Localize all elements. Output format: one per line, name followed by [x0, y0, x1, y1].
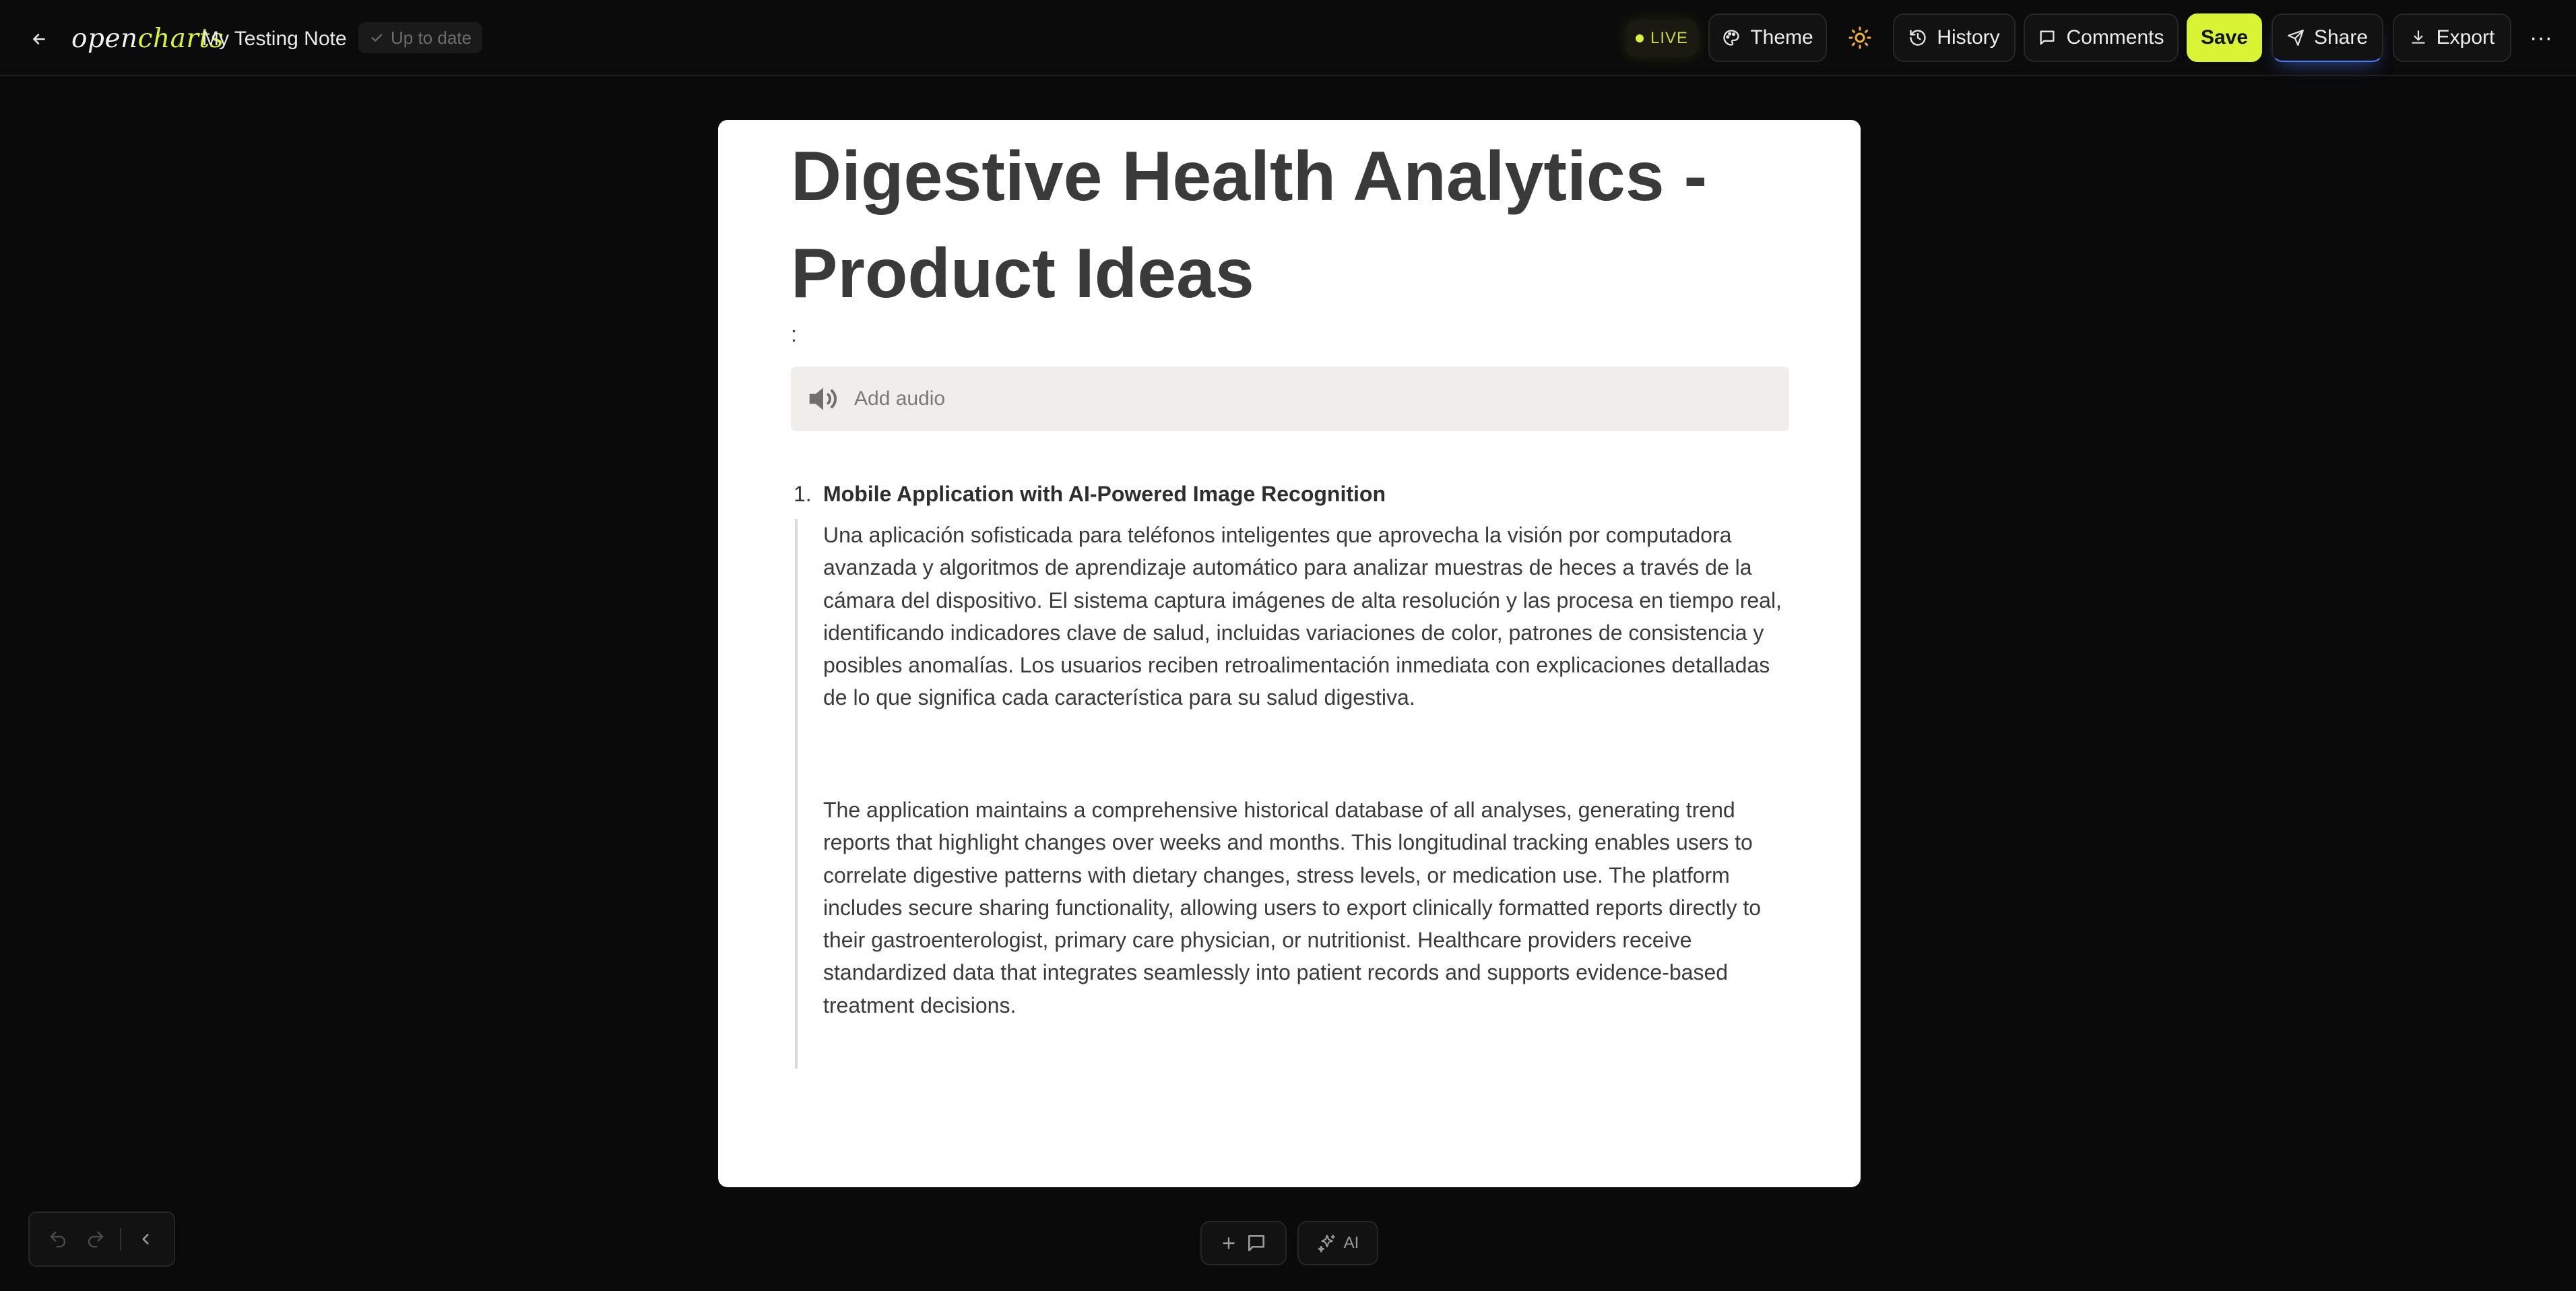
live-indicator: LIVE: [1626, 20, 1698, 57]
save-button[interactable]: Save: [2187, 13, 2262, 62]
palette-icon: [1723, 30, 1739, 46]
theme-button-label: Theme: [1750, 26, 1813, 49]
undo-icon: [50, 1231, 66, 1248]
light-mode-toggle[interactable]: [1839, 13, 1881, 62]
document-page[interactable]: Digestive Health Analytics - Product Ide…: [718, 120, 1861, 1187]
comment-icon: [2040, 30, 2055, 45]
comment-icon: [1248, 1235, 1264, 1251]
app-logo[interactable]: open charts: [71, 20, 224, 57]
collapse-panel-button[interactable]: [132, 1226, 159, 1253]
send-icon: [2288, 30, 2304, 46]
ai-button-label: AI: [1343, 1234, 1359, 1252]
document-title[interactable]: My Testing Note: [202, 24, 347, 54]
live-dot-icon: [1635, 34, 1644, 42]
chevron-left-icon: [142, 1234, 149, 1245]
history-button[interactable]: History: [1893, 13, 2016, 62]
top-bar: open charts My Testing Note Up to date LI…: [0, 0, 2576, 76]
sparkles-icon: [1318, 1234, 1335, 1253]
plus-icon: [1223, 1237, 1235, 1249]
comments-button-label: Comments: [2066, 26, 2164, 49]
list-item-title[interactable]: Mobile Application with AI-Powered Image…: [823, 482, 1386, 507]
add-audio-block[interactable]: Add audio: [791, 367, 1789, 431]
back-button[interactable]: [24, 24, 54, 54]
document-heading[interactable]: Digestive Health Analytics - Product Ide…: [791, 128, 1788, 322]
redo-button[interactable]: [82, 1226, 109, 1253]
more-icon: ···: [2530, 24, 2552, 51]
export-button[interactable]: Export: [2393, 13, 2511, 62]
live-label: LIVE: [1650, 29, 1689, 47]
app-root: open charts My Testing Note Up to date LI…: [0, 0, 2576, 1291]
add-audio-label: Add audio: [854, 387, 946, 410]
undo-redo-toolbar: [28, 1211, 175, 1267]
comments-button[interactable]: Comments: [2024, 13, 2179, 62]
speaker-icon: [809, 387, 837, 410]
save-status-text: Up to date: [391, 27, 472, 48]
empty-paragraph[interactable]: :: [791, 322, 797, 347]
undo-button[interactable]: [44, 1226, 71, 1253]
list-item-paragraph[interactable]: Una aplicación sofisticada para teléfono…: [823, 519, 1793, 714]
blockquote-bar: [795, 519, 798, 1069]
toolbar-divider: [120, 1228, 121, 1251]
arrow-left-icon: [33, 34, 45, 44]
theme-button[interactable]: Theme: [1708, 13, 1827, 62]
sun-icon: [1848, 26, 1871, 49]
history-icon: [1910, 30, 1926, 46]
export-button-label: Export: [2436, 26, 2495, 49]
list-item-number: 1.: [794, 482, 812, 506]
logo-text-open: open: [71, 23, 138, 54]
more-options-button[interactable]: ···: [2523, 13, 2558, 62]
share-button[interactable]: Share: [2272, 13, 2383, 62]
ai-assistant-button[interactable]: AI: [1297, 1221, 1378, 1265]
save-button-label: Save: [2200, 26, 2249, 49]
download-icon: [2411, 30, 2425, 44]
add-comment-button[interactable]: [1200, 1221, 1287, 1265]
save-status-badge: Up to date: [358, 22, 482, 53]
check-icon: [371, 34, 383, 42]
list-item-paragraph[interactable]: The application maintains a comprehensiv…: [823, 794, 1793, 1021]
share-button-label: Share: [2313, 26, 2369, 49]
redo-icon: [88, 1231, 104, 1248]
history-button-label: History: [1937, 26, 2000, 49]
